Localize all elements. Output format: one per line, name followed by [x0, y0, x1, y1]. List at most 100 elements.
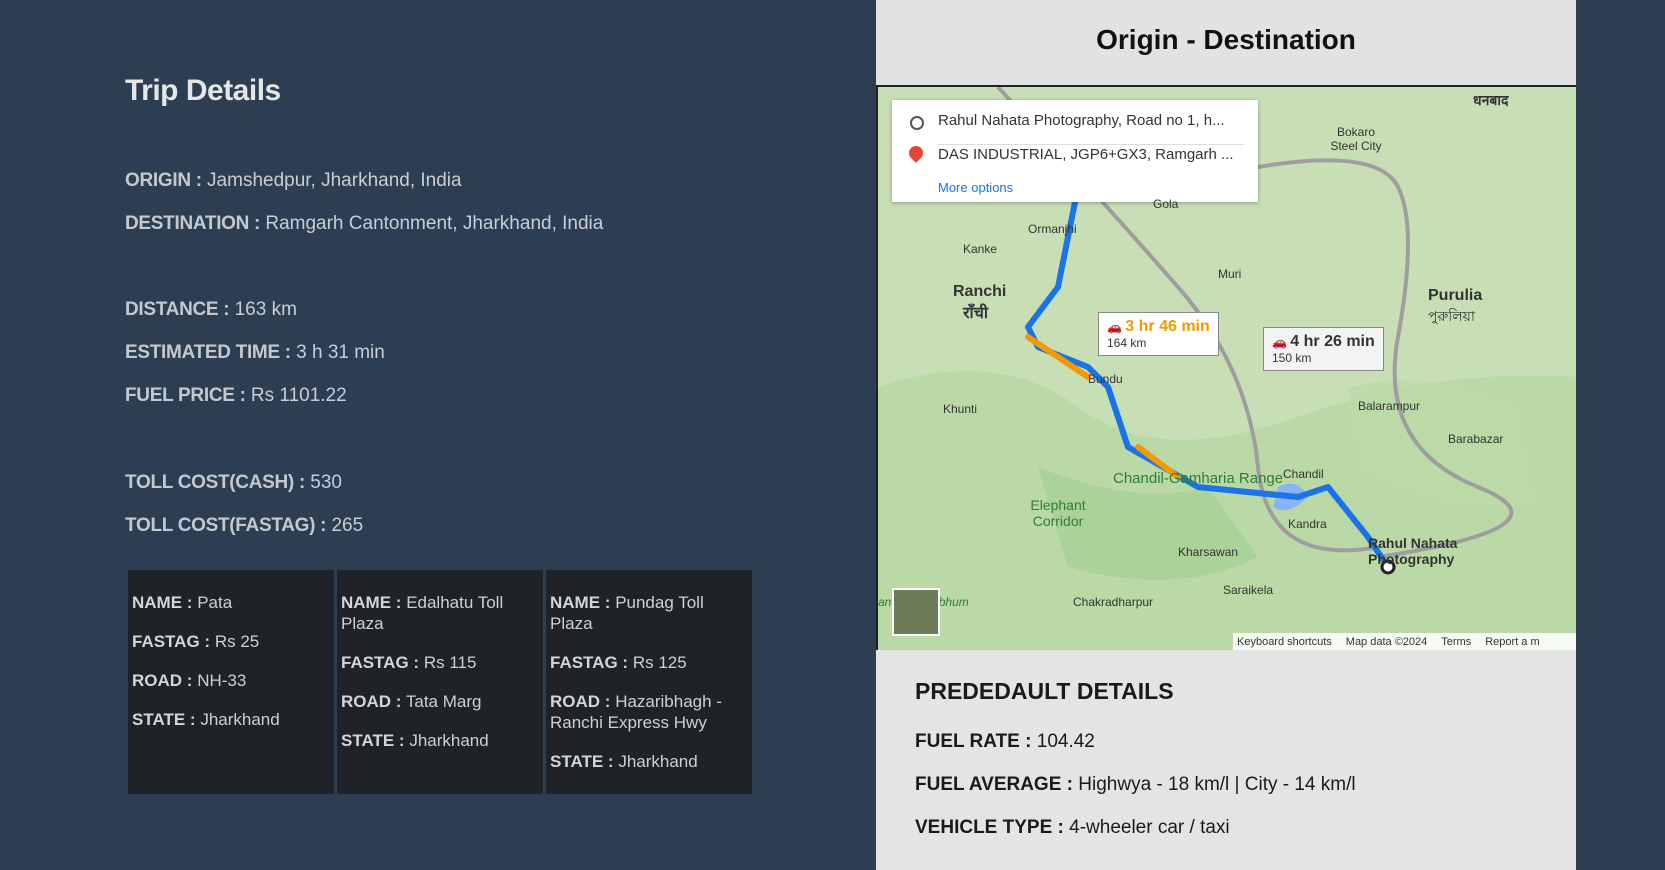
- toll-state: Jharkhand: [409, 731, 489, 750]
- destination-pin-icon: [906, 143, 926, 163]
- report-link[interactable]: Report a m: [1485, 636, 1539, 648]
- toll-card: NAME : Edalhatu Toll Plaza FASTAG : Rs 1…: [337, 570, 543, 794]
- toll-fastag: Rs 25: [214, 632, 260, 651]
- more-options-link[interactable]: More options: [938, 180, 1013, 195]
- toll-fastag-label: FASTAG :: [550, 653, 629, 672]
- place-bundu: Bundu: [1088, 372, 1123, 386]
- destination-pin-label: Rahul Nahata Photography: [1368, 535, 1458, 567]
- route-map[interactable]: Rahul Nahata Photography, Road no 1, h..…: [876, 87, 1576, 650]
- fuel-price-label: FUEL PRICE :: [125, 385, 246, 406]
- place-gola: Gola: [1153, 197, 1179, 211]
- map-data-text: Map data ©2024: [1345, 635, 1428, 648]
- destination-row: DESTINATION : Ramgarh Cantonment, Jharkh…: [125, 213, 603, 235]
- place-kanke: Kanke: [963, 242, 998, 256]
- place-bokaro: Bokaro Steel City: [1330, 125, 1382, 153]
- place-ormanjhi: Ormanjhi: [1028, 222, 1077, 236]
- vehicle-type-row: VEHICLE TYPE : 4-wheeler car / taxi: [915, 817, 1230, 839]
- origin-label: ORIGIN :: [125, 170, 202, 191]
- toll-fastag-label: FASTAG :: [341, 653, 420, 672]
- fuel-price-row: FUEL PRICE : Rs 1101.22: [125, 385, 347, 407]
- place-chakradharpur: Chakradharpur: [1073, 595, 1154, 609]
- route-card-primary[interactable]: 🚗 3 hr 46 min 164 km: [1098, 312, 1219, 356]
- toll-state: Jharkhand: [618, 752, 698, 771]
- time-row: ESTIMATED TIME : 3 h 31 min: [125, 342, 385, 364]
- destination-input[interactable]: DAS INDUSTRIAL, JGP6+GX3, Ramgarh ...: [938, 146, 1234, 163]
- place-range: Chandil-Gamharia Range: [1113, 470, 1284, 487]
- toll-state: Jharkhand: [200, 710, 280, 729]
- map-footer: Keyboard shortcuts Map data ©2024 Terms …: [1233, 633, 1576, 650]
- time-value: 3 h 31 min: [296, 342, 385, 363]
- predefault-title: PREDEDAULT DETAILS: [915, 678, 1174, 704]
- toll-list: NAME : Pata FASTAG : Rs 25 ROAD : NH-33 …: [128, 570, 752, 794]
- toll-cash-label: TOLL COST(CASH) :: [125, 472, 305, 493]
- fuel-rate-row: FUEL RATE : 104.42: [915, 731, 1095, 753]
- map-title: Origin - Destination: [1096, 24, 1356, 55]
- directions-box: Rahul Nahata Photography, Road no 1, h..…: [892, 100, 1258, 202]
- place-kharsawan: Kharsawan: [1178, 545, 1239, 559]
- toll-road: NH-33: [197, 671, 247, 690]
- toll-cash-row: TOLL COST(CASH) : 530: [125, 472, 342, 494]
- place-balarampur: Balarampur: [1358, 399, 1421, 413]
- place-purulia: Purulia: [1428, 287, 1483, 304]
- toll-fastag-row: TOLL COST(FASTAG) : 265: [125, 515, 363, 537]
- keyboard-shortcuts-link[interactable]: Keyboard shortcuts: [1237, 636, 1332, 648]
- fuel-price-value: Rs 1101.22: [250, 385, 347, 406]
- route-card-alt[interactable]: 🚗 4 hr 26 min 150 km: [1263, 327, 1384, 371]
- place-kandra: Kandra: [1288, 517, 1327, 531]
- car-icon: 🚗: [1107, 320, 1122, 334]
- toll-name-label: NAME :: [550, 593, 611, 612]
- toll-fastag: Rs 125: [632, 653, 687, 672]
- fuel-rate-value: 104.42: [1036, 731, 1095, 752]
- vehicle-type-label: VEHICLE TYPE :: [915, 817, 1064, 838]
- trip-title: Trip Details: [125, 74, 281, 107]
- place-dhanbad: धनबाद: [1473, 92, 1509, 108]
- toll-fastag-label: FASTAG :: [132, 632, 211, 651]
- fuel-average-value: Highwya - 18 km/l | City - 14 km/l: [1078, 774, 1356, 795]
- origin-marker-icon: [910, 116, 924, 130]
- toll-name-label: NAME :: [132, 593, 193, 612]
- time-label: ESTIMATED TIME :: [125, 342, 291, 363]
- toll-road: Tata Marg: [405, 692, 482, 711]
- toll-road-label: ROAD :: [132, 671, 193, 690]
- trip-details-panel: Trip Details ORIGIN : Jamshedpur, Jharkh…: [74, 0, 876, 870]
- distance-row: DISTANCE : 163 km: [125, 299, 297, 321]
- toll-fastag: Rs 115: [423, 653, 477, 672]
- distance-label: DISTANCE :: [125, 299, 230, 320]
- origin-input[interactable]: Rahul Nahata Photography, Road no 1, h..…: [938, 112, 1225, 129]
- toll-fastag-value: 265: [331, 515, 364, 536]
- origin-value: Jamshedpur, Jharkhand, India: [207, 170, 462, 191]
- distance-value: 163 km: [234, 299, 297, 320]
- terms-link[interactable]: Terms: [1441, 636, 1471, 648]
- toll-card: NAME : Pata FASTAG : Rs 25 ROAD : NH-33 …: [128, 570, 334, 794]
- route1-distance: 164 km: [1107, 336, 1147, 350]
- place-ranchi-hi: राँची: [963, 305, 988, 322]
- toll-cash-value: 530: [310, 472, 342, 493]
- map-header: Origin - Destination: [876, 0, 1576, 87]
- vehicle-type-value: 4-wheeler car / taxi: [1069, 817, 1230, 838]
- toll-state-label: STATE :: [550, 752, 614, 771]
- place-muri: Muri: [1218, 267, 1242, 281]
- destination-label: DESTINATION :: [125, 213, 261, 234]
- place-purulia-bn: পুরুলিয়া: [1428, 308, 1475, 324]
- toll-name-label: NAME :: [341, 593, 402, 612]
- destination-value: Ramgarh Cantonment, Jharkhand, India: [265, 213, 604, 234]
- place-elephant-corridor: Elephant Corridor: [1030, 497, 1086, 529]
- fuel-average-label: FUEL AVERAGE :: [915, 774, 1073, 795]
- place-khunti: Khunti: [943, 402, 978, 416]
- toll-fastag-label: TOLL COST(FASTAG) :: [125, 515, 327, 536]
- toll-name: Pata: [197, 593, 233, 612]
- toll-state-label: STATE :: [341, 731, 405, 750]
- place-ranchi: Ranchi: [953, 283, 1007, 300]
- place-chandil: Chandil: [1283, 467, 1324, 481]
- place-barabazar: Barabazar: [1448, 432, 1504, 446]
- route2-time: 4 hr 26 min: [1290, 333, 1375, 350]
- toll-card: NAME : Pundag Toll Plaza FASTAG : Rs 125…: [546, 570, 752, 794]
- satellite-toggle-button[interactable]: [892, 588, 940, 636]
- toll-road-label: ROAD :: [550, 692, 611, 711]
- route1-time: 3 hr 46 min: [1125, 318, 1210, 335]
- fuel-average-row: FUEL AVERAGE : Highwya - 18 km/l | City …: [915, 774, 1356, 796]
- map-panel: Origin - Destination Rahul Nahata Photog…: [876, 0, 1576, 870]
- toll-road-label: ROAD :: [341, 692, 402, 711]
- fuel-rate-label: FUEL RATE :: [915, 731, 1032, 752]
- route2-distance: 150 km: [1272, 351, 1312, 365]
